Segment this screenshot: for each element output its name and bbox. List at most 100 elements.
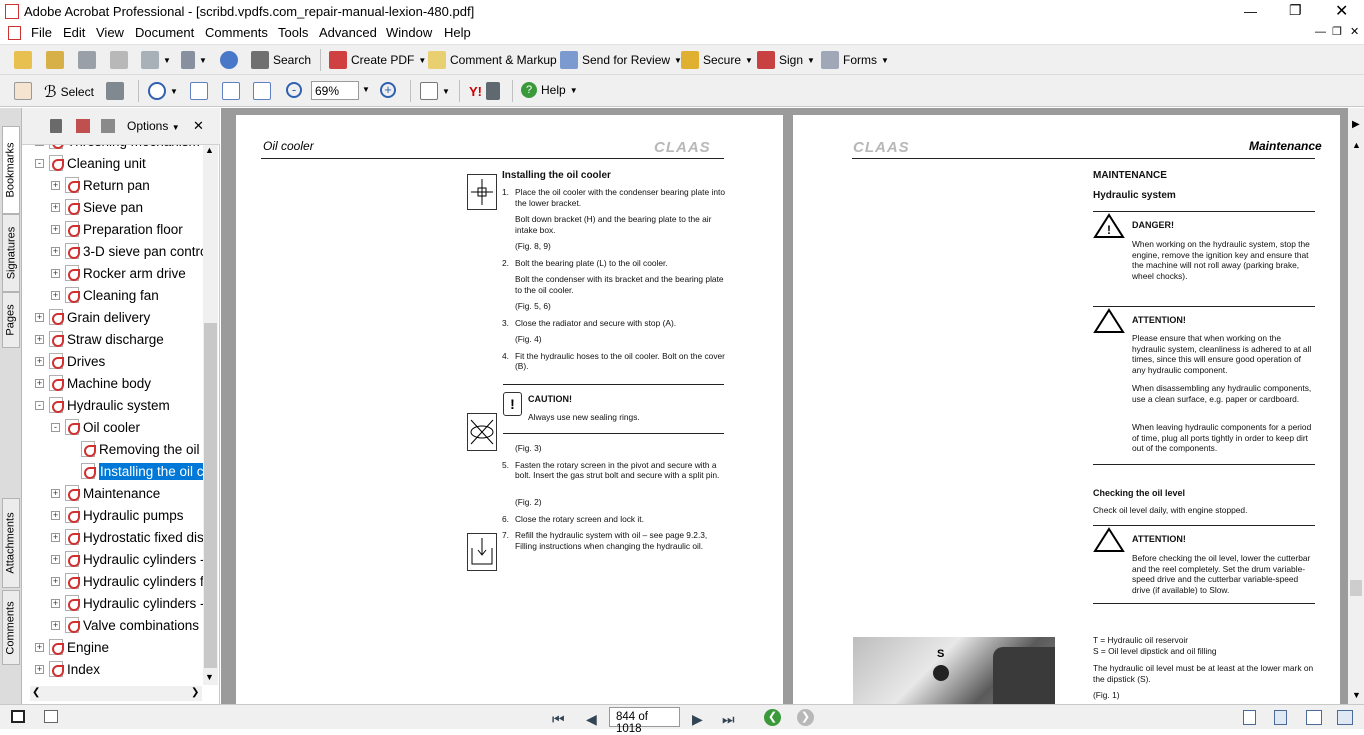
bookmark-item[interactable]: + Index [35, 658, 100, 680]
expand-icon[interactable]: + [35, 334, 44, 344]
tab-comments[interactable]: Comments [2, 590, 20, 665]
menu-help[interactable]: Help [444, 25, 471, 40]
bookmark-item[interactable]: + Grain delivery [35, 306, 150, 328]
tab-attachments[interactable]: Attachments [2, 498, 20, 588]
menu-window[interactable]: Window [386, 25, 432, 40]
bookmark-item[interactable]: Removing the oil c [67, 438, 203, 460]
doc-restore-icon[interactable]: ❐ [1332, 25, 1342, 38]
expand-icon[interactable]: + [51, 620, 60, 630]
options-menu[interactable]: Options ▼ [127, 119, 180, 133]
expand-icon[interactable]: + [51, 598, 60, 608]
expand-bookmark-icon[interactable] [101, 119, 115, 133]
menu-tools[interactable]: Tools [278, 25, 308, 40]
yahoo-toolbar-icon[interactable]: Y! [469, 82, 500, 100]
tab-pages[interactable]: Pages [2, 292, 20, 348]
rotate-icon[interactable]: ▼ [420, 82, 450, 100]
expand-icon[interactable]: + [51, 554, 60, 564]
expand-icon[interactable]: + [35, 312, 44, 322]
tab-bookmarks[interactable]: Bookmarks [2, 126, 20, 214]
bookmark-item[interactable]: + Return pan [51, 174, 150, 196]
continuous-icon[interactable] [1274, 710, 1287, 725]
email-icon[interactable]: ▼ [141, 51, 171, 69]
bookmark-item[interactable]: Installing the oil c [67, 460, 203, 482]
search-button[interactable]: Search [251, 51, 311, 69]
expand-icon[interactable]: + [35, 378, 44, 388]
help-button[interactable]: ? Help ▼ [521, 82, 578, 98]
expand-icon[interactable]: + [51, 290, 60, 300]
forms-button[interactable]: Forms ▼ [821, 51, 889, 69]
print-icon[interactable] [110, 51, 128, 69]
expand-icon[interactable]: + [51, 224, 60, 234]
collapse-icon[interactable]: - [35, 158, 44, 168]
last-page-icon[interactable]: ⏭ [722, 711, 735, 728]
close-panel-icon[interactable]: ✕ [193, 118, 204, 134]
tab-signatures[interactable]: Signatures [2, 214, 20, 292]
new-bookmark-icon[interactable] [76, 119, 90, 133]
expand-icon[interactable]: + [51, 532, 60, 542]
actual-size-icon[interactable] [190, 82, 208, 100]
bookmark-item[interactable]: - Hydraulic system [35, 394, 170, 416]
menu-document[interactable]: Document [135, 25, 194, 40]
bookmark-item[interactable]: + Rocker arm drive [51, 262, 186, 284]
bookmark-item[interactable]: + Threshing mechanism [35, 145, 200, 152]
bookmarks-vertical-scrollbar[interactable]: ▲ ▼ [203, 145, 218, 685]
bookmark-item[interactable]: + Hydrostatic fixed dis [51, 526, 203, 548]
attach-icon[interactable]: ▼ [181, 51, 207, 69]
facing-icon[interactable] [1306, 710, 1322, 725]
bookmark-item[interactable]: + Maintenance [51, 482, 160, 504]
expand-icon[interactable]: + [35, 642, 44, 652]
expand-icon[interactable]: + [51, 180, 60, 190]
bookmark-item[interactable]: + Drives [35, 350, 105, 372]
collapse-icon[interactable]: - [35, 400, 44, 410]
bookmark-item[interactable]: + Hydraulic cylinders f [51, 570, 203, 592]
bookmark-item[interactable]: +3-D sieve pan contro [51, 240, 203, 262]
expand-icon[interactable]: + [51, 488, 60, 498]
bookmark-item[interactable]: + Valve combinations [51, 614, 199, 636]
bookmark-item[interactable]: + Preparation floor [51, 218, 183, 240]
bookmark-item[interactable]: - Cleaning unit [35, 152, 146, 174]
scrollbar-thumb[interactable] [1350, 580, 1362, 596]
zoom-input[interactable]: 69% [311, 81, 359, 100]
expand-icon[interactable]: + [51, 510, 60, 520]
bookmark-item[interactable]: - Oil cooler [51, 416, 140, 438]
go-forward-icon[interactable]: ❯ [797, 709, 814, 726]
fit-width-icon[interactable] [253, 82, 271, 100]
minimize-panel-icon[interactable] [44, 710, 58, 723]
first-page-icon[interactable]: ⏮ [552, 711, 565, 728]
collapse-icon[interactable]: - [51, 422, 60, 432]
bookmark-item[interactable]: + Hydraulic pumps [51, 504, 184, 526]
bookmark-item[interactable]: + Engine [35, 636, 109, 658]
go-back-icon[interactable]: ❮ [764, 709, 781, 726]
bookmark-item[interactable]: + Cleaning fan [51, 284, 159, 306]
doc-close-icon[interactable]: ✕ [1350, 25, 1359, 38]
bookmark-item[interactable]: + Sieve pan [51, 196, 143, 218]
menu-file[interactable]: File [31, 25, 52, 40]
document-scrollbar[interactable]: ▶ ▲ ▼ [1348, 108, 1364, 704]
menu-view[interactable]: View [96, 25, 124, 40]
zoom-in-icon[interactable]: ▼ [148, 82, 178, 100]
bookmark-item[interactable]: + Machine body [35, 372, 151, 394]
open-icon[interactable] [14, 51, 32, 69]
panel-toggle-icon[interactable] [11, 710, 25, 723]
page-number-field[interactable]: 844 of 1018 [609, 707, 680, 735]
menu-advanced[interactable]: Advanced [319, 25, 377, 40]
bookmark-item[interactable]: + Hydraulic cylinders - [51, 548, 203, 570]
expand-icon[interactable]: + [51, 268, 60, 278]
select-tool-button[interactable]: ℬ Select [44, 82, 94, 102]
previous-page-icon[interactable]: ◀ [586, 711, 597, 728]
comment-markup-button[interactable]: Comment & Markup▼ [428, 51, 569, 69]
create-pdf-button[interactable]: Create PDF ▼ [329, 51, 426, 69]
expand-icon[interactable]: + [35, 664, 44, 674]
close-icon[interactable]: ✕ [1335, 1, 1348, 21]
fit-page-icon[interactable] [222, 82, 240, 100]
restore-icon[interactable]: ❐ [1289, 2, 1302, 19]
expand-icon[interactable]: + [51, 246, 60, 256]
zoom-dropdown-icon[interactable]: ▼ [362, 85, 370, 94]
zoom-plus-icon[interactable]: + [380, 82, 396, 98]
save-icon[interactable] [78, 51, 96, 69]
bookmark-item[interactable]: + Hydraulic cylinders - [51, 592, 203, 614]
expand-icon[interactable]: + [35, 356, 44, 366]
snapshot-icon[interactable] [106, 82, 124, 100]
delete-bookmark-icon[interactable] [50, 119, 62, 133]
sign-button[interactable]: Sign ▼ [757, 51, 815, 69]
